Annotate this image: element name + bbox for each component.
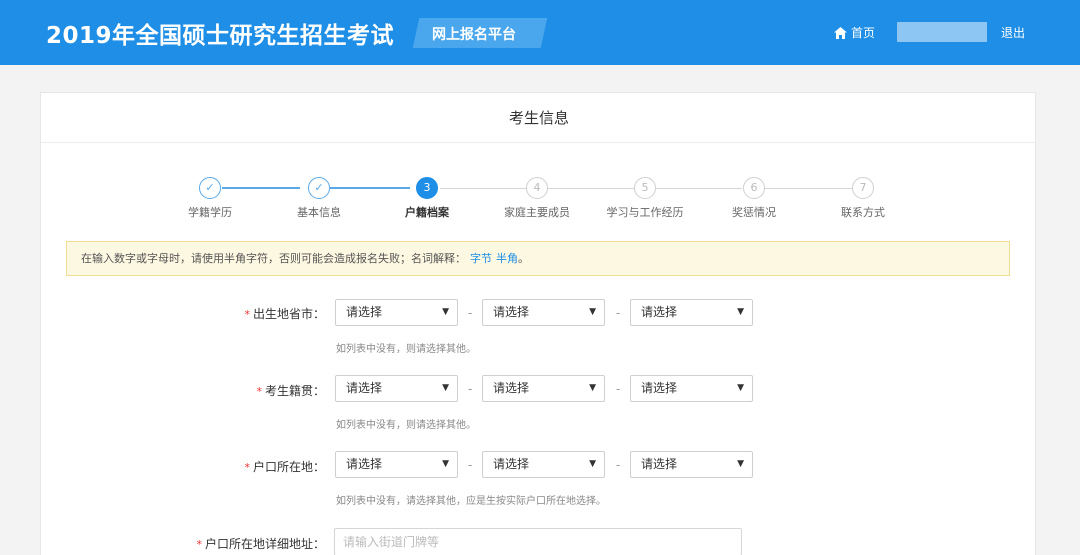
hukou-address-input[interactable]: [334, 528, 742, 555]
separator: -: [616, 458, 621, 472]
birthplace-county-select[interactable]: 请选择 ▼: [630, 299, 753, 326]
required-mark: *: [244, 461, 250, 474]
home-link[interactable]: 首页: [834, 24, 875, 41]
birthplace-province-select[interactable]: 请选择 ▼: [335, 299, 458, 326]
caret-down-icon: ▼: [737, 383, 744, 393]
platform-label: 网上报名平台: [432, 27, 516, 43]
caret-down-icon: ▼: [442, 307, 449, 317]
panel-title: 考生信息: [41, 93, 1037, 143]
separator: -: [468, 306, 473, 320]
native-county-select[interactable]: 请选择 ▼: [630, 375, 753, 402]
halfwidth-link[interactable]: 半角: [496, 252, 518, 265]
separator: -: [468, 458, 473, 472]
logout-link[interactable]: 退出: [1001, 24, 1025, 41]
caret-down-icon: ▼: [442, 459, 449, 469]
step-7-number[interactable]: 7: [852, 177, 874, 199]
halfwidth-notice: 在输入数字或字母时，请使用半角字符，否则可能会造成报名失败；名词解释： 字节 半角。: [66, 241, 1010, 276]
step-7-label[interactable]: 联系方式: [808, 204, 918, 220]
birthplace-label: * 出生地省市：: [244, 307, 325, 321]
hukou-province-select[interactable]: 请选择 ▼: [335, 451, 458, 478]
site-title: 2019年全国硕士研究生招生考试: [46, 23, 395, 49]
home-label: 首页: [851, 26, 876, 40]
required-mark: *: [196, 538, 202, 551]
notice-tail: 。: [518, 252, 529, 265]
native-place-hint: 如列表中没有，则请选择其他。: [336, 420, 476, 431]
username-display: [897, 22, 987, 42]
step-2-check-icon[interactable]: ✓: [308, 177, 330, 199]
top-header: 2019年全国硕士研究生招生考试 网上报名平台 首页 退出: [0, 0, 1080, 65]
step-3-label[interactable]: 户籍档案: [372, 204, 482, 220]
step-6-number[interactable]: 6: [743, 177, 765, 199]
caret-down-icon: ▼: [442, 383, 449, 393]
caret-down-icon: ▼: [737, 459, 744, 469]
step-2-label[interactable]: 基本信息: [264, 204, 374, 220]
required-mark: *: [244, 308, 250, 321]
birthplace-hint: 如列表中没有，则请选择其他。: [336, 344, 476, 355]
hukou-address-label: * 户口所在地详细地址：: [196, 537, 325, 551]
step-5-number[interactable]: 5: [634, 177, 656, 199]
separator: -: [468, 382, 473, 396]
native-city-select[interactable]: 请选择 ▼: [482, 375, 605, 402]
native-place-label: * 考生籍贯：: [256, 384, 325, 398]
required-mark: *: [256, 385, 262, 398]
step-5-label[interactable]: 学习与工作经历: [590, 204, 700, 220]
separator: -: [616, 382, 621, 396]
caret-down-icon: ▼: [589, 459, 596, 469]
notice-text: 在输入数字或字母时，请使用半角字符，否则可能会造成报名失败；名词解释：: [81, 252, 466, 265]
step-3-number[interactable]: 3: [416, 177, 438, 199]
hukou-city-select[interactable]: 请选择 ▼: [482, 451, 605, 478]
byte-link[interactable]: 字节: [470, 252, 492, 265]
home-icon: [834, 26, 847, 39]
hukou-county-select[interactable]: 请选择 ▼: [630, 451, 753, 478]
native-province-select[interactable]: 请选择 ▼: [335, 375, 458, 402]
step-6-label[interactable]: 奖惩情况: [699, 204, 809, 220]
step-4-number[interactable]: 4: [526, 177, 548, 199]
caret-down-icon: ▼: [589, 307, 596, 317]
birthplace-city-select[interactable]: 请选择 ▼: [482, 299, 605, 326]
caret-down-icon: ▼: [589, 383, 596, 393]
step-1-check-icon[interactable]: ✓: [199, 177, 221, 199]
hukou-label: * 户口所在地：: [244, 460, 325, 474]
step-1-label[interactable]: 学籍学历: [155, 204, 265, 220]
separator: -: [616, 306, 621, 320]
step-4-label[interactable]: 家庭主要成员: [482, 204, 592, 220]
hukou-hint: 如列表中没有，请选择其他，应是生按实际户口所在地选择。: [336, 496, 606, 507]
caret-down-icon: ▼: [737, 307, 744, 317]
